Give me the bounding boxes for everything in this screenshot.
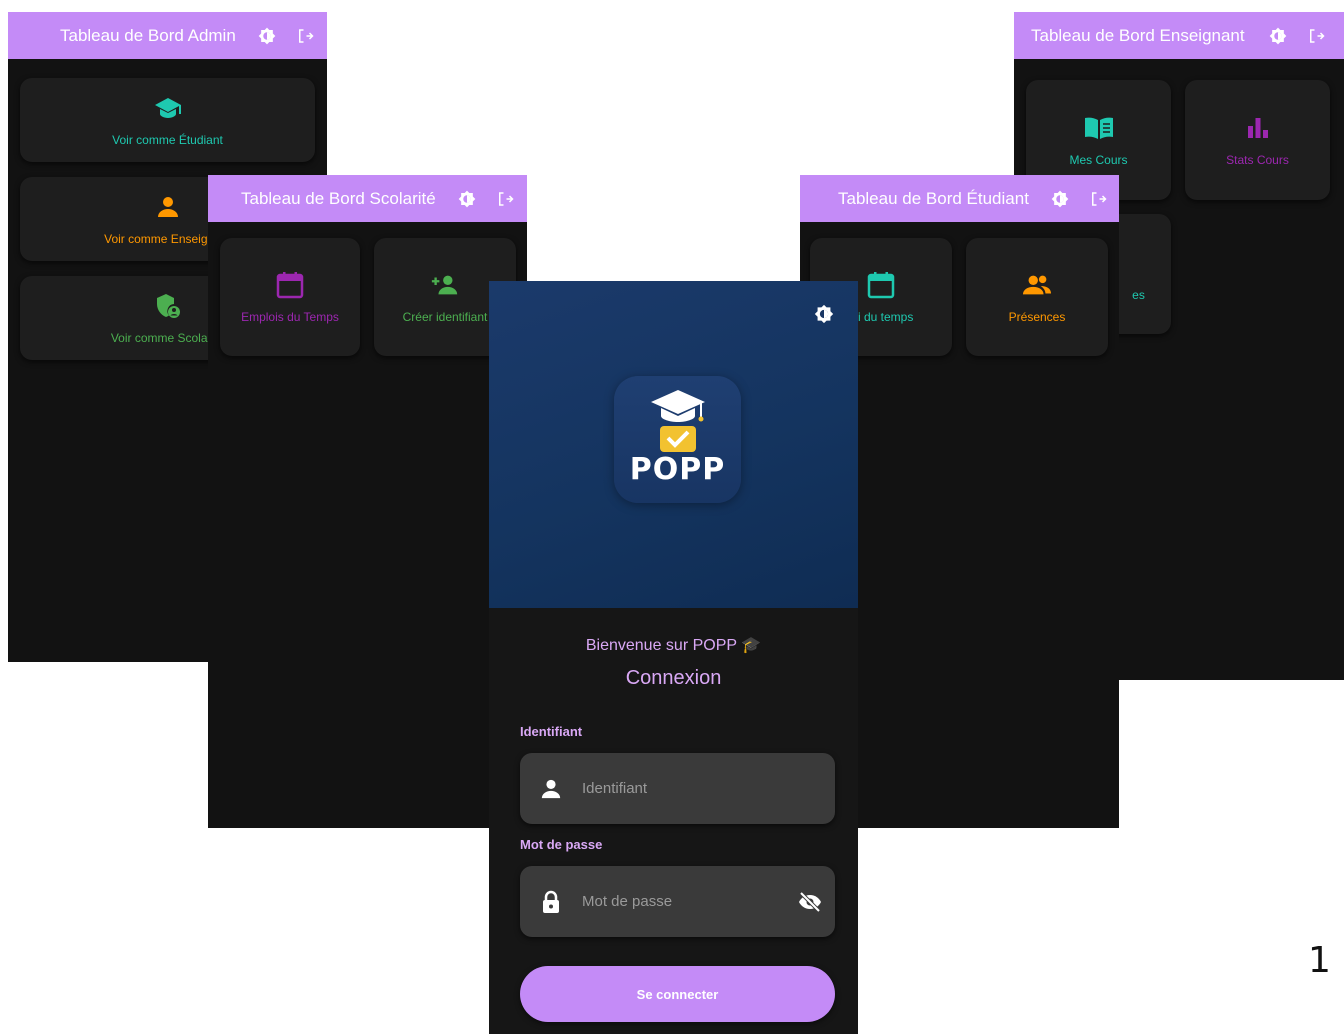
username-field[interactable]: Identifiant bbox=[520, 753, 835, 824]
bar-chart-icon bbox=[1243, 113, 1273, 143]
password-label: Mot de passe bbox=[520, 837, 603, 852]
password-field[interactable]: Mot de passe bbox=[520, 866, 835, 937]
lock-icon bbox=[520, 890, 582, 914]
login-button[interactable]: Se connecter bbox=[520, 966, 835, 1022]
registrar-dashboard-screen: Tableau de Bord Scolarité Emplois du Tem… bbox=[208, 175, 527, 828]
theme-toggle-icon[interactable] bbox=[811, 301, 837, 327]
logo-text: POPP bbox=[629, 452, 726, 487]
login-screen: POPP Bienvenue sur POPP 🎓 Connexion Iden… bbox=[489, 281, 858, 1034]
card-view-as-student[interactable]: Voir comme Étudiant bbox=[20, 78, 315, 162]
password-input[interactable]: Mot de passe bbox=[582, 893, 785, 910]
card-attendance[interactable]: Présences bbox=[966, 238, 1108, 356]
login-heading: Connexion bbox=[625, 667, 722, 689]
card-label: Mes Cours bbox=[1069, 153, 1128, 167]
person-icon bbox=[153, 192, 183, 222]
card-label: Voir comme Étudiant bbox=[112, 133, 223, 147]
theme-toggle-icon[interactable] bbox=[254, 23, 280, 49]
add-person-icon bbox=[430, 270, 460, 300]
card-label: Emplois du Temps bbox=[241, 310, 339, 324]
card-timetables[interactable]: Emplois du Temps bbox=[220, 238, 360, 356]
book-icon bbox=[1084, 113, 1114, 143]
card-label: Présences bbox=[1008, 310, 1066, 324]
card-label: Stats Cours bbox=[1226, 153, 1289, 167]
theme-toggle-icon[interactable] bbox=[454, 186, 480, 212]
registrar-title: Tableau de Bord Scolarité bbox=[241, 188, 436, 208]
username-label: Identifiant bbox=[520, 724, 583, 739]
person-icon bbox=[520, 778, 582, 800]
teacher-app-bar: Tableau de Bord Enseignant bbox=[1014, 12, 1344, 59]
card-course-stats[interactable]: Stats Cours bbox=[1185, 80, 1330, 200]
teacher-title: Tableau de Bord Enseignant bbox=[1031, 25, 1245, 45]
admin-app-bar: Tableau de Bord Admin bbox=[8, 12, 327, 59]
card-label: loi du temps bbox=[848, 310, 914, 324]
admin-title: Tableau de Bord Admin bbox=[60, 25, 236, 45]
login-hero: POPP bbox=[489, 281, 858, 608]
group-icon bbox=[1022, 270, 1052, 300]
calendar-icon bbox=[866, 270, 896, 300]
visibility-off-icon[interactable] bbox=[785, 891, 835, 913]
welcome-text: Bienvenue sur POPP 🎓 bbox=[585, 637, 762, 654]
logout-icon[interactable] bbox=[1085, 186, 1111, 212]
admin-shield-icon bbox=[153, 291, 183, 321]
username-input[interactable]: Identifiant bbox=[582, 780, 835, 797]
theme-toggle-icon[interactable] bbox=[1265, 23, 1291, 49]
logout-icon[interactable] bbox=[292, 23, 318, 49]
app-logo: POPP bbox=[614, 376, 741, 503]
graduation-cap-icon bbox=[153, 93, 183, 123]
registrar-app-bar: Tableau de Bord Scolarité bbox=[208, 175, 527, 222]
student-title: Tableau de Bord Étudiant bbox=[838, 188, 1029, 208]
student-app-bar: Tableau de Bord Étudiant bbox=[800, 175, 1119, 222]
card-label: es bbox=[1132, 288, 1145, 302]
card-label: Créer identifiant bbox=[402, 310, 488, 324]
logout-icon[interactable] bbox=[492, 186, 518, 212]
calendar-icon bbox=[275, 270, 305, 300]
logout-icon[interactable] bbox=[1303, 23, 1329, 49]
theme-toggle-icon[interactable] bbox=[1047, 186, 1073, 212]
page-number: 1 bbox=[1308, 940, 1331, 981]
